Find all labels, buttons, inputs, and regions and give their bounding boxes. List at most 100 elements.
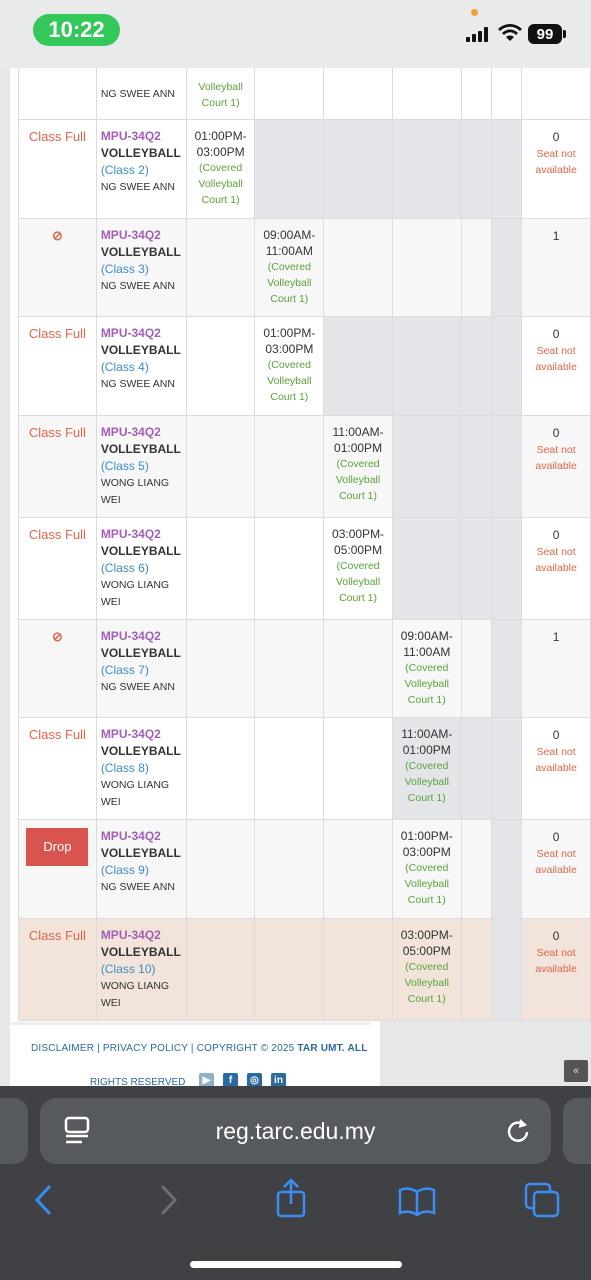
youtube-icon[interactable]: ▶ [199, 1073, 214, 1086]
drop-button[interactable]: Drop [26, 828, 89, 866]
disclaimer-link[interactable]: DISCLAIMER [31, 1043, 94, 1054]
course-code[interactable]: MPU-34Q2 [101, 128, 182, 145]
empty-day-cell [185, 217, 256, 317]
empty-day-cell [323, 819, 393, 919]
empty-day-cell [185, 414, 256, 518]
status-cell: ⊘ [18, 618, 97, 718]
course-code[interactable]: MPU-34Q2 [101, 227, 182, 244]
empty-day-cell [490, 516, 523, 620]
instagram-icon[interactable]: ◎ [247, 1073, 262, 1086]
empty-day-cell [254, 819, 325, 919]
empty-day-cell [185, 516, 256, 620]
class-full-label: Class Full [28, 727, 86, 742]
course-code[interactable]: MPU-34Q2 [101, 628, 182, 645]
course-code[interactable]: MPU-34Q2 [101, 325, 182, 342]
facebook-icon[interactable]: f [223, 1073, 238, 1086]
session-cell: 03:00PM-05:00PM (Covered Volleyball Cour… [323, 516, 393, 620]
rights-reserved: RIGHTS RESERVED [90, 1077, 186, 1086]
scroll-to-top-button[interactable]: « [564, 1060, 588, 1082]
class-number[interactable]: (Class 9) [101, 862, 182, 879]
address-bar[interactable]: reg.tarc.edu.my [40, 1098, 551, 1164]
session-cell: 09:00AM-11:00AM (Covered Volleyball Cour… [391, 618, 462, 718]
class-number[interactable]: (Class 4) [101, 359, 182, 376]
session-time: 01:00PM-03:00PM [263, 326, 316, 356]
empty-day-cell [460, 717, 492, 820]
share-icon[interactable] [275, 1178, 307, 1218]
course-cell: MPU-34Q2 VOLLEYBALL (Class 10) WONG LIAN… [95, 917, 187, 1021]
not-allowed-icon: ⊘ [51, 628, 63, 644]
session-time: 09:00AM-11:00AM [263, 227, 316, 258]
class-number[interactable]: (Class 5) [101, 458, 182, 475]
venue: (Covered Volleyball Court 1) [267, 359, 312, 403]
tabs-icon[interactable] [524, 1182, 560, 1218]
seat-cell: 0 Seat not available [521, 516, 591, 620]
course-code[interactable]: MPU-34Q2 [101, 526, 182, 543]
session-time: 11:00AM-01:00PM [401, 727, 453, 757]
table-row: Class Full MPU-34Q2 VOLLEYBALL (Class 6)… [18, 516, 591, 620]
course-title: VOLLEYBALL [100, 244, 181, 259]
status-cell: Drop [18, 819, 97, 919]
bookmarks-icon[interactable] [398, 1186, 436, 1216]
course-cell: MPU-34Q2 VOLLEYBALL (Class 7) NG SWEE AN… [95, 618, 187, 718]
battery-indicator: 99 [528, 24, 566, 44]
lecturer-name: NG SWEE ANN [100, 88, 175, 100]
privacy-policy-link[interactable]: PRIVACY POLICY [103, 1043, 188, 1054]
class-number[interactable]: (Class 10) [101, 961, 182, 978]
venue: Volleyball Court 1) [198, 81, 243, 109]
session-time: 03:00PM-05:00PM [332, 526, 385, 557]
empty-day-cell [391, 119, 462, 219]
class-number[interactable]: (Class 2) [101, 162, 182, 179]
course-cell: MPU-34Q2 VOLLEYBALL (Class 5) WONG LIANG… [95, 414, 187, 518]
session-cell: 11:00AM-01:00PM (Covered Volleyball Cour… [391, 717, 462, 820]
course-code[interactable]: MPU-34Q2 [101, 828, 182, 845]
lecturer-name: WONG LIANG WEI [100, 779, 170, 808]
empty-day-cell [490, 917, 523, 1021]
session-time: 03:00PM-05:00PM [400, 927, 453, 958]
not-allowed-icon: ⊘ [51, 227, 63, 243]
course-code[interactable]: MPU-34Q2 [101, 726, 182, 743]
next-tab-pill[interactable] [563, 1098, 591, 1164]
web-page: NG SWEE ANN Volleyball Court 1) Class Fu… [0, 68, 591, 1086]
seat-cell: 0 Seat not available [521, 316, 591, 416]
footer-divider [10, 1022, 370, 1025]
course-cell: MPU-34Q2 VOLLEYBALL (Class 9) NG SWEE AN… [95, 819, 187, 919]
status-cell: Class Full [18, 516, 97, 620]
forward-icon[interactable] [158, 1184, 180, 1216]
seat-count: 0 [552, 527, 560, 542]
seat-cell: 1 [521, 618, 591, 718]
class-number[interactable]: (Class 3) [101, 261, 182, 278]
empty-day-cell [460, 819, 492, 919]
lecturer-name: NG SWEE ANN [100, 378, 175, 390]
empty-day-cell [185, 819, 256, 919]
reload-icon[interactable] [505, 1116, 531, 1144]
empty-day-cell [460, 316, 492, 416]
seat-cell: 0 Seat not available [521, 119, 591, 219]
home-indicator [190, 1261, 402, 1268]
linkedin-icon[interactable]: in [271, 1073, 286, 1086]
course-code[interactable]: MPU-34Q2 [101, 424, 182, 441]
back-icon[interactable] [32, 1184, 54, 1216]
empty-day-cell [490, 217, 523, 317]
empty-day-cell [460, 618, 492, 718]
session-cell: 01:00PM-03:00PM (Covered Volleyball Cour… [185, 119, 256, 219]
course-title: VOLLEYBALL [100, 846, 181, 860]
session-cell: 11:00AM-01:00PM (Covered Volleyball Cour… [323, 414, 393, 518]
class-number[interactable]: (Class 8) [101, 760, 182, 777]
course-cell: MPU-34Q2 VOLLEYBALL (Class 6) WONG LIANG… [95, 516, 187, 620]
table-row: ⊘ MPU-34Q2 VOLLEYBALL (Class 3) NG SWEE … [18, 217, 591, 317]
class-number[interactable]: (Class 7) [101, 662, 182, 679]
session-time: 01:00PM-03:00PM [400, 829, 453, 859]
course-code[interactable]: MPU-34Q2 [101, 927, 182, 944]
lecturer-name: NG SWEE ANN [100, 680, 175, 693]
seat-count: 0 [552, 928, 560, 943]
previous-tab-pill[interactable] [0, 1098, 28, 1164]
empty-day-cell [490, 316, 523, 416]
course-title: VOLLEYBALL [100, 543, 181, 558]
seat-count: 0 [552, 728, 560, 742]
empty-day-cell [254, 618, 325, 718]
empty-day-cell [185, 618, 256, 718]
session-cell: 03:00PM-05:00PM (Covered Volleyball Cour… [391, 917, 462, 1021]
class-number[interactable]: (Class 6) [101, 560, 182, 577]
lecturer-name: NG SWEE ANN [100, 881, 175, 893]
session-cell: 09:00AM-11:00AM (Covered Volleyball Cour… [254, 217, 325, 317]
